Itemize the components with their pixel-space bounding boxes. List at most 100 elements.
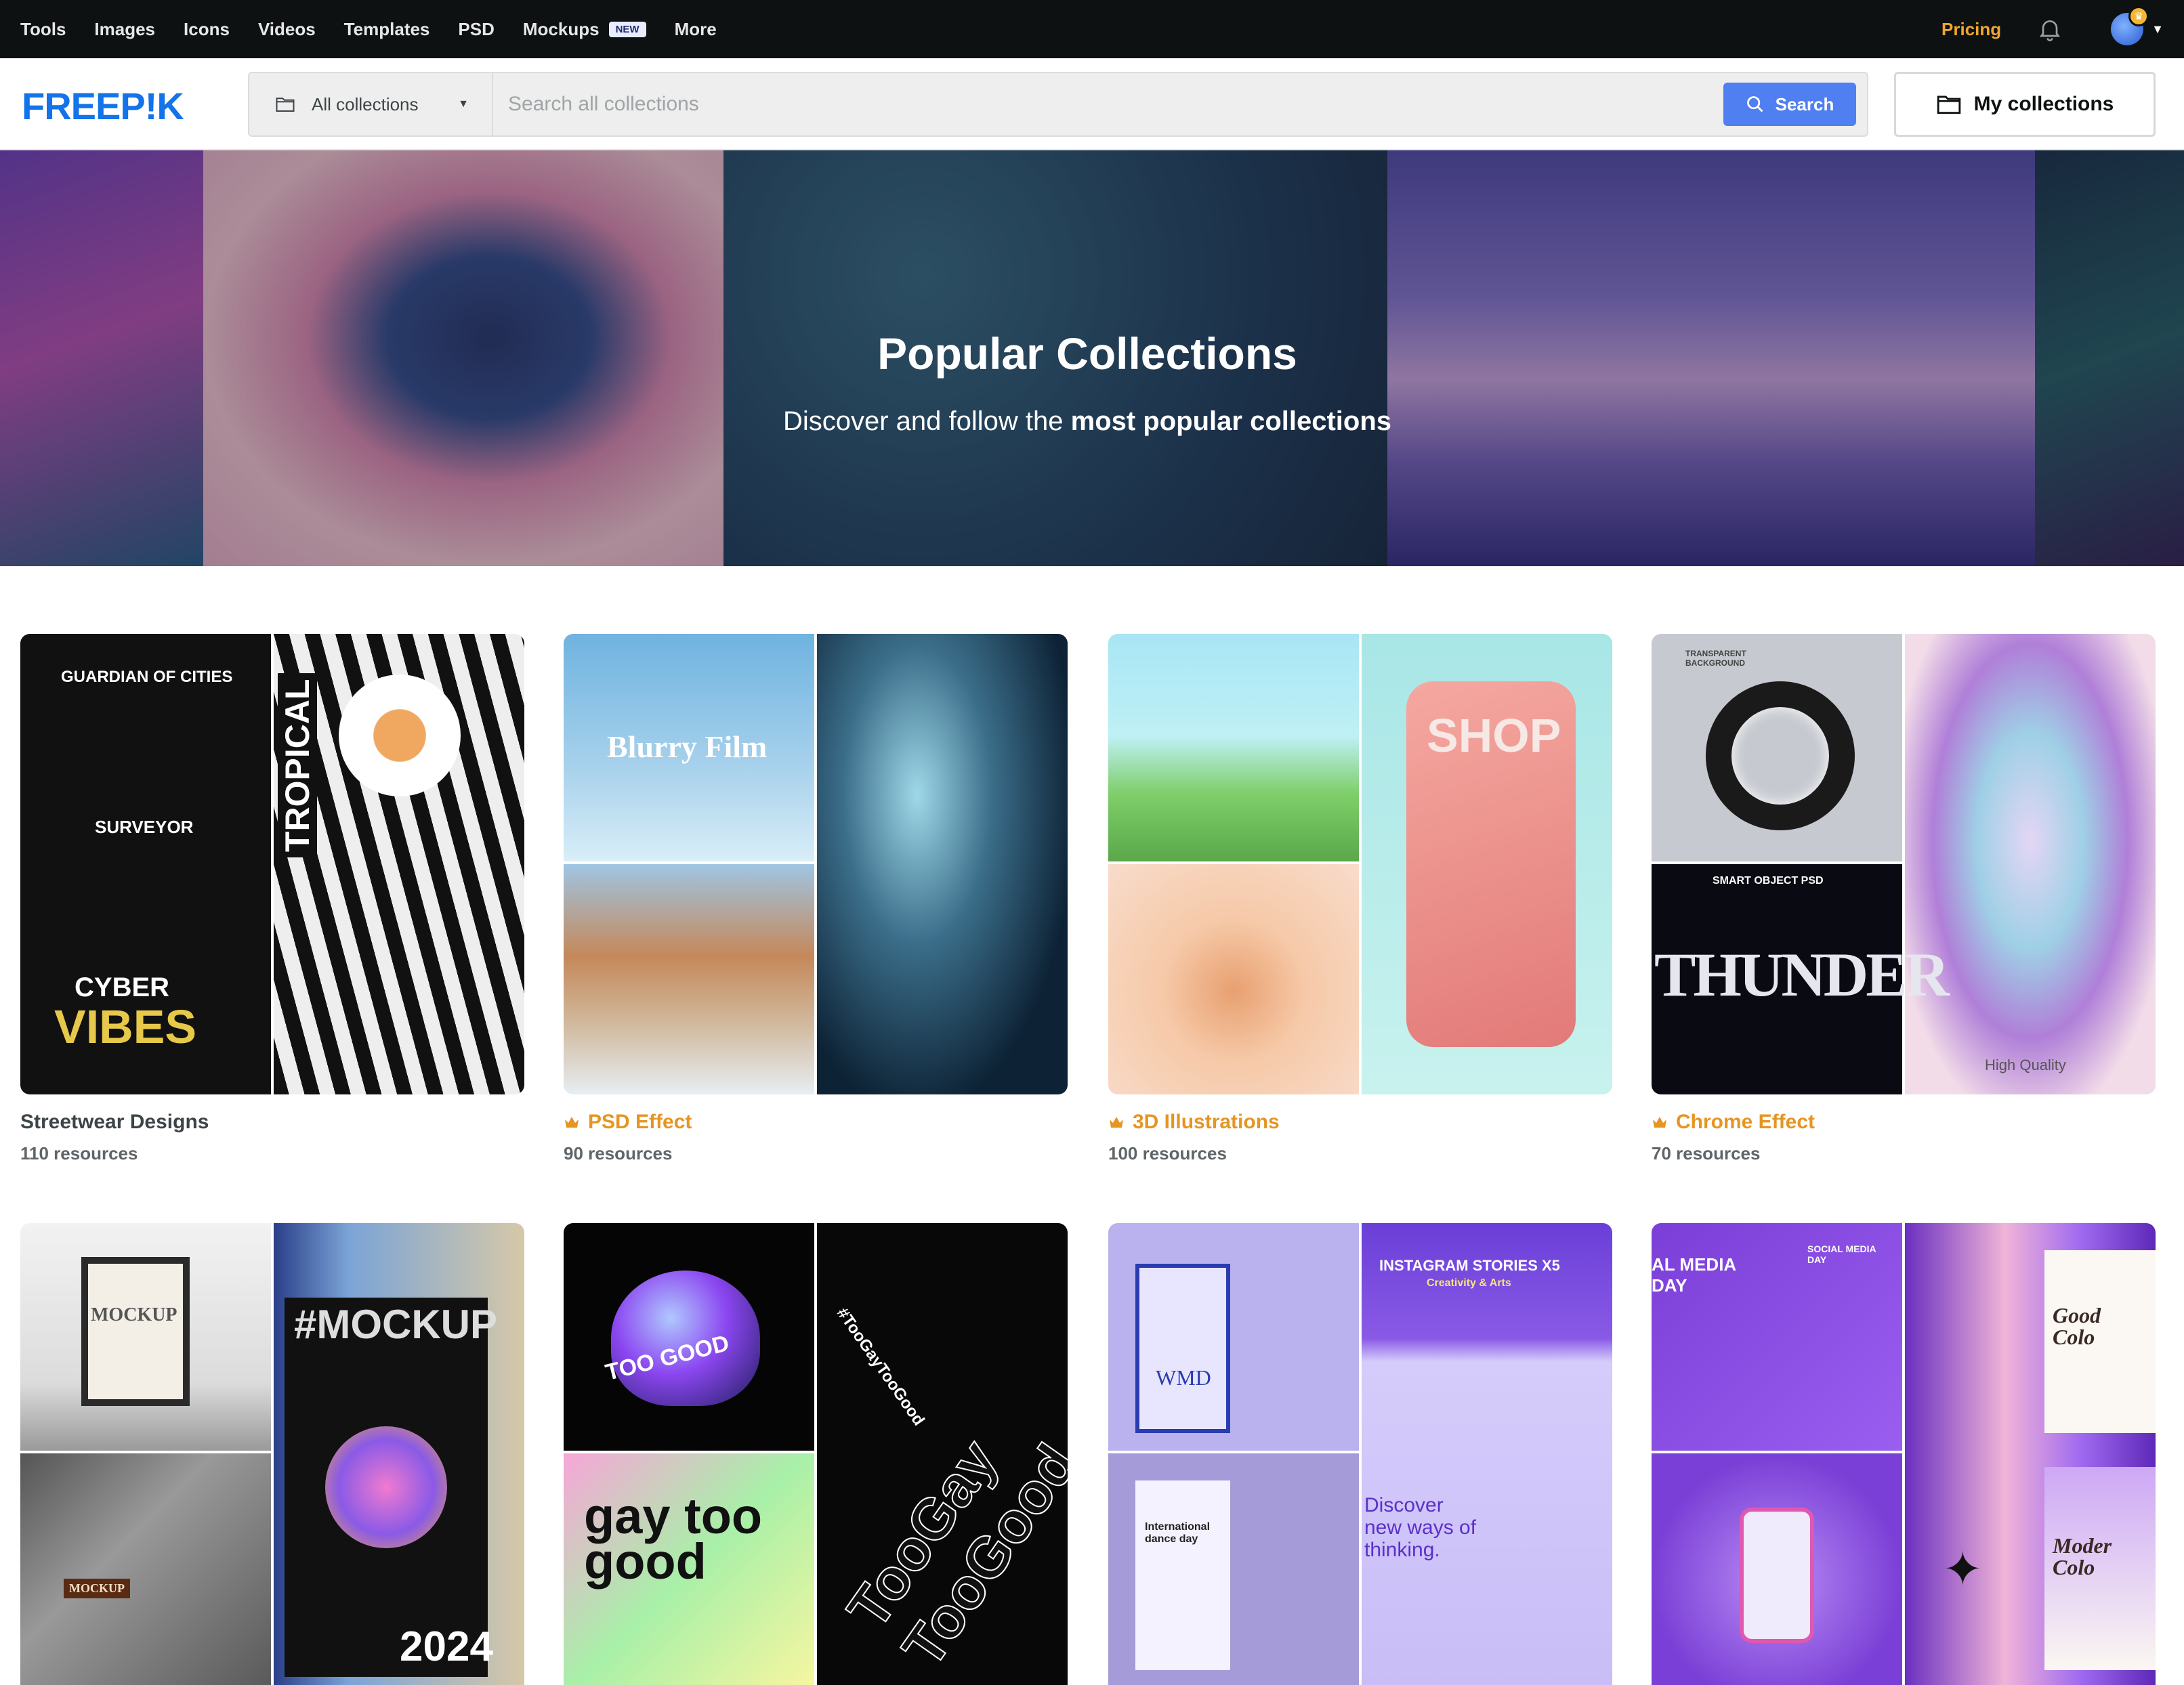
collection-card[interactable]: AL MEDIA DAY SOCIAL MEDIA DAY Good Colo … xyxy=(1652,1223,2156,1685)
collection-thumbnail[interactable]: Blurry Film xyxy=(564,634,1068,1094)
search-bar: All collections ▼ Search xyxy=(248,72,1868,137)
collection-thumbnail[interactable]: MOCKUP MOCKUP #MOCKUP 2024 xyxy=(20,1223,524,1685)
thumb-text: INSTAGRAM STORIES X5 xyxy=(1379,1257,1560,1274)
thumb-tile xyxy=(1108,634,1359,861)
collection-card[interactable]: GUARDIAN OF CITIES SURVEYOR CYBER VIBES … xyxy=(20,634,524,1164)
thumb-tile xyxy=(1905,634,2156,1094)
thumb-tile xyxy=(817,634,1068,1094)
collection-title[interactable]: 3D Illustrations xyxy=(1108,1111,1612,1134)
thumb-text: Discover new ways of thinking. xyxy=(1364,1494,1477,1561)
collection-select-label: All collections xyxy=(312,93,419,114)
thumb-tile xyxy=(564,864,814,1094)
crown-icon: ♛ xyxy=(2128,6,2149,26)
nav-mockups[interactable]: Mockups NEW xyxy=(523,19,646,40)
top-navigation: Tools Images Icons Videos Templates PSD … xyxy=(0,0,2184,58)
collection-thumbnail[interactable]: TRANSPARENT BACKGROUND SMART OBJECT PSD … xyxy=(1652,634,2156,1094)
freepik-logo[interactable]: FREEP!K xyxy=(22,84,184,128)
hero-subtitle-bold: most popular collections xyxy=(1070,406,1392,436)
search-icon xyxy=(1746,96,1763,112)
nav-icons[interactable]: Icons xyxy=(184,19,230,40)
collection-title-text: Chrome Effect xyxy=(1676,1111,1815,1133)
collection-title-text: PSD Effect xyxy=(588,1111,692,1133)
nav-images[interactable]: Images xyxy=(94,19,155,40)
bell-icon[interactable] xyxy=(2036,16,2063,43)
nav-mockups-label: Mockups xyxy=(522,18,600,39)
wmd-card xyxy=(1135,1264,1230,1433)
hero-title: Popular Collections xyxy=(877,328,1297,379)
thumb-text: #MOCKUP xyxy=(294,1302,498,1347)
crown-icon xyxy=(1110,1117,1123,1128)
collection-card[interactable]: WMD International dance day INSTAGRAM ST… xyxy=(1108,1223,1612,1685)
thumb-text: High Quality xyxy=(1985,1057,2066,1073)
thumb-text: Good Colo xyxy=(2053,1303,2101,1349)
avatar[interactable]: ♛ xyxy=(2111,6,2149,45)
nav-templates[interactable]: Templates xyxy=(344,19,430,40)
thumb-text: Blurry Film xyxy=(607,729,768,764)
new-badge: NEW xyxy=(608,21,646,37)
collection-card[interactable]: TRANSPARENT BACKGROUND SMART OBJECT PSD … xyxy=(1652,634,2156,1164)
thumb-text: WMD xyxy=(1156,1365,1211,1390)
search-input[interactable] xyxy=(493,73,1723,135)
header-bar: FREEP!K All collections ▼ Search My coll… xyxy=(0,58,2184,150)
thumb-text: GUARDIAN OF CITIES xyxy=(61,668,233,686)
chrome-ring xyxy=(1706,681,1855,830)
collection-thumbnail[interactable]: SHOP xyxy=(1108,634,1612,1094)
nav-videos[interactable]: Videos xyxy=(258,19,316,40)
collection-count: 100 resources xyxy=(1108,1143,1227,1164)
thumb-text: International dance day xyxy=(1145,1521,1211,1545)
collection-title[interactable]: Streetwear Designs xyxy=(20,1111,524,1134)
thumb-text: VIBES xyxy=(54,1000,197,1053)
caret-down-icon: ▼ xyxy=(458,98,469,110)
my-collections-button[interactable]: My collections xyxy=(1894,72,2156,137)
thumb-text: SOCIAL MEDIA DAY xyxy=(1807,1243,1876,1265)
thumb-tile xyxy=(1362,1223,1612,1685)
hero-banner: Popular Collections Discover and follow … xyxy=(0,150,2184,566)
thumb-text: SMART OBJECT PSD xyxy=(1713,875,1824,887)
search-button-label: Search xyxy=(1775,93,1834,114)
nav-more[interactable]: More xyxy=(675,19,717,40)
nav-right: Pricing ♛ ▼ xyxy=(1941,6,2164,45)
collection-card[interactable]: MOCKUP MOCKUP #MOCKUP 2024 xyxy=(20,1223,524,1685)
phone-graphic xyxy=(1740,1508,1814,1643)
thumb-text: CYBER xyxy=(75,973,170,1002)
frame-graphic xyxy=(81,1257,190,1406)
collection-thumbnail[interactable]: GUARDIAN OF CITIES SURVEYOR CYBER VIBES … xyxy=(20,634,524,1094)
thumb-text: MOCKUP xyxy=(91,1304,177,1325)
thumb-text: SURVEYOR xyxy=(95,817,194,837)
collection-title[interactable]: PSD Effect xyxy=(564,1111,1068,1134)
thumb-text: gay too good xyxy=(584,1488,763,1590)
crown-icon xyxy=(565,1117,579,1128)
collection-select[interactable]: All collections ▼ xyxy=(249,73,493,135)
collection-card[interactable]: TOO GOOD gay too good #TooGayTooGood Too… xyxy=(564,1223,1068,1685)
story-card xyxy=(1135,1480,1230,1670)
collection-count: 110 resources xyxy=(20,1143,138,1164)
collection-card[interactable]: SHOP 3D Illustrations 100 resources xyxy=(1108,634,1612,1164)
thumb-text: Moder Colo xyxy=(2053,1533,2112,1579)
chevron-down-icon[interactable]: ▼ xyxy=(2151,22,2164,37)
collection-thumbnail[interactable]: AL MEDIA DAY SOCIAL MEDIA DAY Good Colo … xyxy=(1652,1223,2156,1685)
thumb-text: 2024 xyxy=(400,1623,493,1670)
heart-graphic xyxy=(611,1271,760,1406)
nav-tools[interactable]: Tools xyxy=(20,19,66,40)
collection-title-text: Streetwear Designs xyxy=(20,1111,209,1133)
collection-thumbnail[interactable]: WMD International dance day INSTAGRAM ST… xyxy=(1108,1223,1612,1685)
thumb-text: MOCKUP xyxy=(64,1579,130,1598)
thumb-text: TROPICAL xyxy=(278,673,317,857)
folder-icon xyxy=(1937,95,1960,114)
search-button[interactable]: Search xyxy=(1723,83,1856,126)
folder-icon xyxy=(276,98,295,112)
collection-title-text: 3D Illustrations xyxy=(1133,1111,1280,1133)
collection-thumbnail[interactable]: TOO GOOD gay too good #TooGayTooGood Too… xyxy=(564,1223,1068,1685)
sparkle-icon: ✦ xyxy=(1943,1543,1983,1596)
collection-card[interactable]: Blurry Film PSD Effect 90 resources xyxy=(564,634,1068,1164)
collection-title[interactable]: Chrome Effect xyxy=(1652,1111,2156,1134)
thumb-text: TRANSPARENT BACKGROUND xyxy=(1685,649,1746,668)
thumb-text: AL MEDIA DAY xyxy=(1652,1254,1736,1296)
collection-count: 90 resources xyxy=(564,1143,673,1164)
nav-psd[interactable]: PSD xyxy=(458,19,494,40)
flower-graphic xyxy=(339,675,461,796)
hero-subtitle: Discover and follow the most popular col… xyxy=(0,406,2175,437)
orb-graphic xyxy=(325,1426,447,1548)
collection-count: 70 resources xyxy=(1652,1143,1761,1164)
pricing-link[interactable]: Pricing xyxy=(1941,19,2001,40)
